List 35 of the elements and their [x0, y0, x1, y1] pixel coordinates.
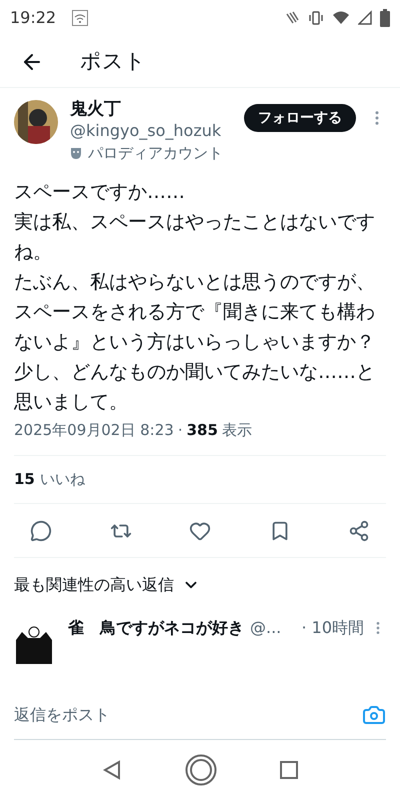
post-text: スペースですか…… — [14, 180, 186, 204]
clock-time: 19:22 — [10, 7, 56, 29]
home-nav-icon[interactable] — [184, 754, 217, 786]
reply-time: · 10時間 — [301, 617, 364, 639]
follow-button[interactable]: フォローする — [244, 104, 356, 132]
post-text: 少し、どんなものか聞いてみたいな……と思いまして。 — [14, 360, 376, 414]
battery-icon — [380, 9, 390, 27]
views-label: 表示 — [222, 420, 252, 440]
parody-label: パロディアカウント — [88, 143, 223, 164]
share-button[interactable] — [348, 520, 370, 542]
post-timestamp: 2025年09月02日 8:23 — [14, 420, 174, 440]
replies-sort-label: 最も関連性の高い返信 — [14, 574, 174, 596]
heart-button[interactable] — [189, 520, 211, 542]
view-count: 385 — [186, 420, 218, 440]
post-text: 実は私、スペースはやったことはないですね。 — [14, 210, 376, 264]
avatar — [14, 100, 58, 144]
separator-dot: · — [178, 420, 183, 440]
recents-nav-icon[interactable] — [280, 761, 298, 779]
reply-input-field[interactable]: 返信をポスト — [14, 702, 362, 726]
reply-author-handle: @... — [250, 617, 282, 639]
likes-label[interactable]: いいね — [40, 468, 85, 491]
reply-author-name: 雀 鳥ですがネコが好き — [68, 617, 244, 639]
wifi-hotspot-icon — [72, 10, 88, 26]
post-text: たぶん、私はやらないとは思うのですが、スペースをされる方で『聞きに来ても構わないよ』という方はいらっしゃいますか？ — [14, 270, 376, 354]
page-title: ポスト — [80, 48, 146, 75]
back-nav-icon[interactable] — [102, 760, 122, 780]
wifi-icon — [332, 10, 350, 26]
author-name: 鬼火丁 — [70, 98, 122, 120]
vibrate-icon — [308, 10, 324, 26]
reply-button[interactable] — [30, 520, 52, 542]
mask-icon — [70, 146, 82, 160]
reply-avatar — [14, 624, 54, 664]
author-handle: @kingyo_so_hozuk — [70, 120, 222, 142]
signal-icon — [358, 10, 372, 26]
like-count: 15 — [14, 469, 35, 490]
